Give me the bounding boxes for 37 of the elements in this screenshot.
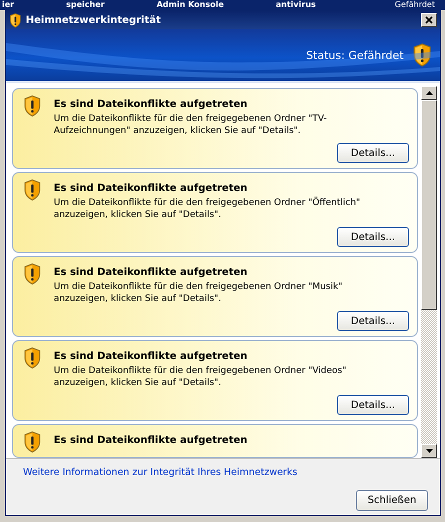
scrollbar[interactable] <box>421 86 437 458</box>
warning-shield-icon <box>23 95 42 117</box>
alert-title: Es sind Dateikonflikte aufgetreten <box>54 99 248 110</box>
scroll-thumb[interactable] <box>421 100 437 310</box>
warning-shield-icon <box>9 12 22 28</box>
status-text: Status: Gefährdet <box>306 48 404 62</box>
warning-shield-icon <box>23 263 42 285</box>
warning-shield-icon <box>23 179 42 201</box>
more-info-link[interactable]: Weitere Informationen zur Integrität Ihres Heimnetzwerks <box>23 467 428 478</box>
warning-shield-icon <box>23 347 42 369</box>
details-button[interactable]: Details... <box>337 395 409 415</box>
scroll-down-button[interactable] <box>421 444 437 458</box>
down-arrow-icon <box>426 449 432 453</box>
alert-title: Es sind Dateikonflikte aufgetreten <box>54 435 248 446</box>
close-dialog-button[interactable]: Schließen <box>356 490 428 511</box>
window-title: Heimnetzwerkintegrität <box>26 14 162 26</box>
close-icon <box>425 16 433 24</box>
alert-title: Es sind Dateikonflikte aufgetreten <box>54 267 248 278</box>
background-window-text: speicher <box>66 0 105 10</box>
details-button[interactable]: Details... <box>337 143 409 163</box>
alert-title: Es sind Dateikonflikte aufgetreten <box>54 183 248 194</box>
alert-message: Um die Dateikonflikte für die den freigegebenen Ordner "TV-Aufzeichnungen" anzuzeigen, klicken Sie auf "Details". <box>54 113 328 137</box>
background-window-text: Gefährdet <box>394 0 435 10</box>
details-button[interactable]: Details... <box>337 311 409 331</box>
warning-shield-icon <box>412 43 432 67</box>
background-window-text: ier <box>2 0 14 10</box>
alert-title: Es sind Dateikonflikte aufgetreten <box>54 351 248 362</box>
details-button[interactable]: Details... <box>337 227 409 247</box>
up-arrow-icon <box>426 91 432 95</box>
alert-message: Um die Dateikonflikte für die den freigegebenen Ordner "Videos" anzuzeigen, klicken Sie auf "Details". <box>54 365 348 389</box>
close-button[interactable] <box>421 13 437 27</box>
alert-message: Um die Dateikonflikte für die den freigegebenen Ordner "Öffentlich" anzuzeigen, klicken Sie auf "Details". <box>54 197 362 221</box>
alert-message: Um die Dateikonflikte für die den freigegebenen Ordner "Musik" anzuzeigen, klicken Sie auf "Details". <box>54 281 344 305</box>
background-window-text: antivirus <box>276 0 316 10</box>
background-window-text: Admin Konsole <box>156 0 224 10</box>
scroll-up-button[interactable] <box>421 86 437 100</box>
warning-shield-icon <box>23 431 42 453</box>
